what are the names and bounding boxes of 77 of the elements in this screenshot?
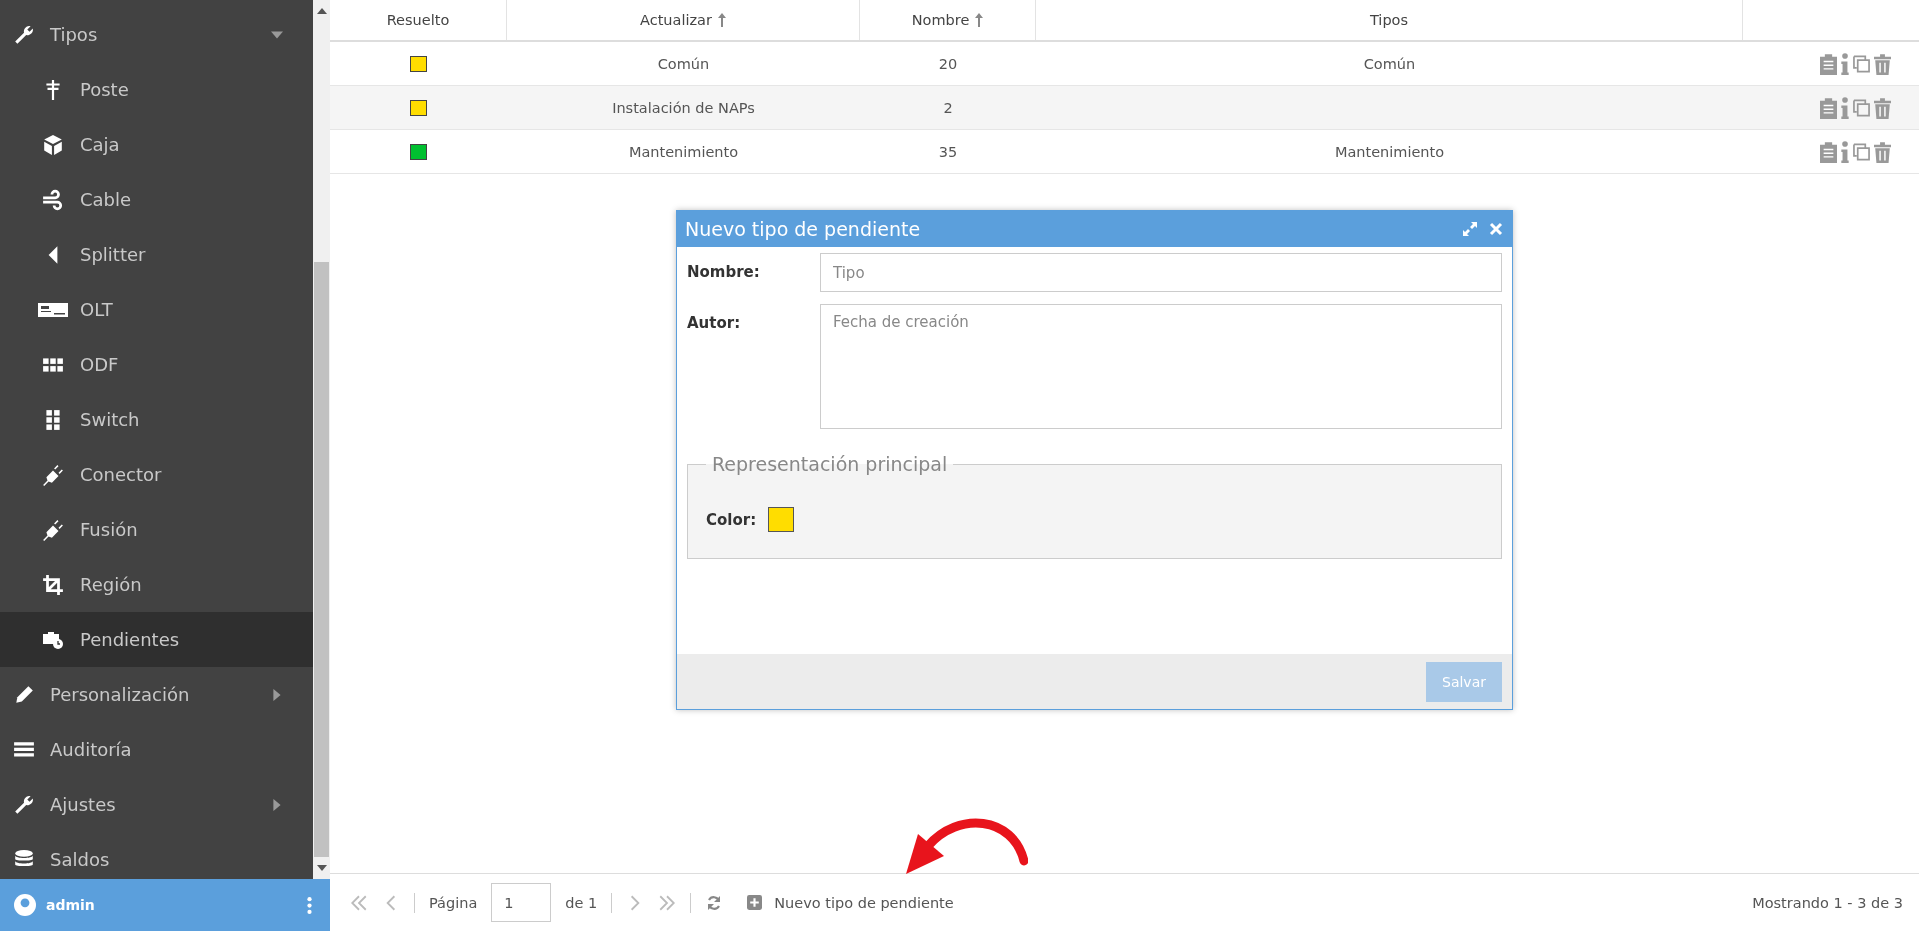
sidebar-item[interactable]: Pendientes <box>0 612 313 667</box>
table-row[interactable]: Instalación de NAPs 2 <box>330 86 1919 130</box>
user-name: admin <box>46 897 96 913</box>
crop-icon <box>42 573 64 596</box>
column-header[interactable]: Actualizar <box>507 0 860 40</box>
expand-icon[interactable] <box>1462 221 1478 237</box>
field-label: Nombre: <box>687 262 761 283</box>
sidebar-item[interactable]: Cable <box>0 172 313 227</box>
sort-arrow-icon <box>717 13 726 27</box>
plug-icon <box>42 518 64 541</box>
table-cell: Común <box>657 55 710 72</box>
plug-icon <box>42 463 64 486</box>
sidebar-item[interactable]: Caja <box>0 117 313 172</box>
scroll-down-icon[interactable] <box>316 865 327 871</box>
plus-icon <box>747 895 763 910</box>
sidebar-item[interactable]: Splitter <box>0 227 313 282</box>
avatar-icon <box>14 894 36 916</box>
clipboard-icon[interactable] <box>1820 140 1837 163</box>
trash-icon[interactable] <box>1874 140 1891 163</box>
wrench-icon <box>13 23 35 46</box>
cube-icon <box>42 133 64 156</box>
field-label: Autor: <box>687 313 742 334</box>
caret-right-icon <box>271 798 283 811</box>
device-icon <box>38 302 68 317</box>
close-icon[interactable] <box>1488 221 1504 237</box>
page-label: Página <box>429 894 478 911</box>
clipboard-icon[interactable] <box>1820 52 1837 75</box>
last-page-icon[interactable] <box>658 894 677 911</box>
sidebar-item[interactable]: Región <box>0 557 313 612</box>
wrench-icon <box>13 793 35 816</box>
field-label: Color: <box>706 510 757 529</box>
sidebar-item[interactable]: Auditoría <box>0 722 313 777</box>
sidebar-item[interactable]: Personalización <box>0 667 313 722</box>
wind-icon <box>42 188 64 211</box>
caret-down-icon <box>271 28 283 41</box>
page-field[interactable]: 1 <box>491 883 552 922</box>
clipboard-icon[interactable] <box>1820 96 1837 119</box>
sidebar-item[interactable]: Conector <box>0 447 313 502</box>
sidebar-item[interactable]: Switch <box>0 392 313 447</box>
column-header[interactable]: Nombre <box>860 0 1036 40</box>
info-icon[interactable] <box>1841 96 1849 119</box>
table-cell: 2 <box>943 99 953 116</box>
scroll-up-icon[interactable] <box>316 8 327 14</box>
first-page-icon[interactable] <box>350 894 368 911</box>
text-area[interactable]: Fecha de creación <box>820 304 1502 429</box>
table-cell: Mantenimiento <box>628 143 739 160</box>
add-button[interactable]: Nuevo tipo de pendiente <box>737 894 954 911</box>
table-cell: 35 <box>938 143 958 160</box>
scrollbar[interactable] <box>313 0 330 879</box>
trash-icon[interactable] <box>1874 52 1891 75</box>
page-count: de 1 <box>565 894 598 911</box>
dialog-title: Nuevo tipo de pendiente <box>685 218 922 240</box>
record-count: Mostrando 1 - 3 de 3 <box>1752 894 1903 911</box>
color-swatch[interactable] <box>768 507 795 532</box>
trash-icon[interactable] <box>1874 96 1891 119</box>
table-cell: Mantenimiento <box>1334 143 1445 160</box>
column-header[interactable]: Resuelto <box>330 0 507 40</box>
table-cell: Instalación de NAPs <box>612 99 755 116</box>
sidebar-item[interactable]: Tipos <box>0 7 313 62</box>
sort-arrow-icon <box>975 13 984 27</box>
sidebar-item[interactable]: Fusión <box>0 502 313 557</box>
sidebar-item[interactable]: Ajustes <box>0 777 313 832</box>
more-icon[interactable] <box>307 896 312 914</box>
sidebar-item[interactable]: ODF <box>0 337 313 392</box>
column-header[interactable]: Tipos <box>1036 0 1743 40</box>
fieldset-legend: Representación principal <box>706 453 954 475</box>
info-icon[interactable] <box>1841 52 1849 75</box>
table-cell: Común <box>1363 55 1416 72</box>
sidebar-item[interactable]: Saldos <box>0 832 313 879</box>
table-cell: 20 <box>938 55 958 72</box>
sidebar-item[interactable]: Poste <box>0 62 313 117</box>
table-row[interactable]: Mantenimiento 35 Mantenimiento <box>330 130 1919 174</box>
sidebar-item[interactable]: OLT <box>0 282 313 337</box>
caret-right-icon <box>271 688 283 701</box>
input-field[interactable]: Tipo <box>820 253 1502 292</box>
pencil-icon <box>13 683 35 706</box>
info-icon[interactable] <box>1841 140 1849 163</box>
